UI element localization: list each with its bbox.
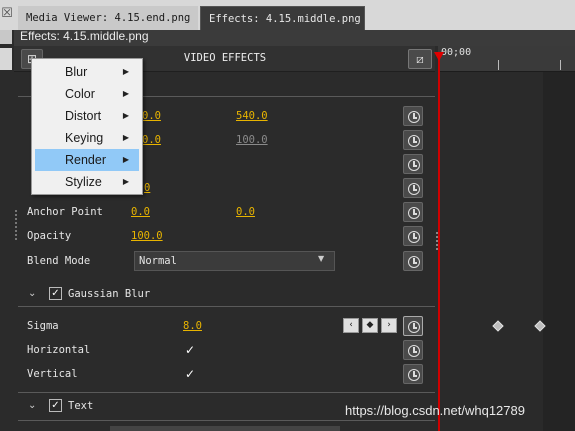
- position-y-value[interactable]: 540.0: [236, 110, 268, 122]
- submenu-arrow-icon: ▶: [122, 155, 129, 164]
- effect-category-menu: Blur ▶ Color ▶ Distort ▶ Keying ▶ Render ▶ St…: [31, 58, 143, 195]
- opacity-label: Opacity: [27, 230, 72, 242]
- keyframe-toggle-button[interactable]: [403, 178, 423, 198]
- blend-mode-select[interactable]: Normal: [134, 251, 335, 271]
- collapse-chevron-icon[interactable]: ⌄: [28, 288, 36, 299]
- ruler-tick: [560, 60, 561, 70]
- text-enable-checkbox[interactable]: ✓: [49, 399, 62, 412]
- section-divider: [18, 420, 435, 421]
- menu-item-blur[interactable]: Blur ▶: [35, 61, 139, 83]
- keyframe-toggle-button[interactable]: [403, 316, 423, 336]
- opacity-value[interactable]: 100.0: [131, 230, 163, 242]
- vertical-label: Vertical: [27, 368, 78, 380]
- sigma-label: Sigma: [27, 320, 59, 332]
- section-divider: [18, 392, 435, 393]
- anchor-y-value[interactable]: 0.0: [236, 206, 255, 218]
- rotation-value[interactable]: 0: [144, 182, 150, 194]
- submenu-arrow-icon: ▶: [122, 89, 129, 98]
- timeline-out-region: [543, 72, 575, 431]
- horizontal-checkbox[interactable]: ✓: [185, 343, 195, 357]
- keyframe-toggle-button[interactable]: [403, 106, 423, 126]
- keyframe-toggle-button[interactable]: [403, 202, 423, 222]
- video-effects-title: VIDEO EFFECTS: [183, 52, 267, 64]
- left-splitter-handle[interactable]: [15, 210, 17, 240]
- keyframe-toggle-button[interactable]: [403, 251, 423, 271]
- keyframe-toggle-button[interactable]: [403, 154, 423, 174]
- playhead-handle-icon[interactable]: [434, 52, 444, 61]
- submenu-arrow-icon: ▶: [122, 67, 129, 76]
- menu-item-color[interactable]: Color ▶: [35, 83, 139, 105]
- keyframe-toggle-button[interactable]: [403, 364, 423, 384]
- submenu-arrow-icon: ▶: [122, 177, 129, 186]
- keyframe-toggle-button[interactable]: [403, 226, 423, 246]
- blend-mode-label: Blend Mode: [27, 255, 91, 267]
- tab-media-viewer[interactable]: Media Viewer: 4.15.end.png: [18, 6, 198, 30]
- collapse-chevron-icon[interactable]: ⌄: [28, 400, 36, 411]
- gaussian-blur-section-label: Gaussian Blur: [68, 288, 151, 300]
- keyframe-toggle-button[interactable]: [403, 130, 423, 150]
- text-input-field[interactable]: [110, 426, 340, 431]
- sigma-value[interactable]: 8.0: [183, 320, 202, 332]
- tab-effects[interactable]: Effects: 4.15.middle.png: [200, 6, 365, 30]
- submenu-arrow-icon: ▶: [122, 133, 129, 142]
- panel-grid-icon[interactable]: [0, 48, 12, 70]
- panel-grip-icon[interactable]: [0, 30, 12, 44]
- submenu-arrow-icon: ▶: [122, 111, 129, 120]
- chevron-down-icon: ▼: [318, 254, 325, 263]
- anchor-point-label: Anchor Point: [27, 206, 103, 218]
- playhead-line[interactable]: [438, 56, 440, 431]
- scale-y-value[interactable]: 100.0: [236, 134, 268, 146]
- menu-item-render[interactable]: Render ▶: [35, 149, 139, 171]
- gaussian-blur-enable-checkbox[interactable]: ✓: [49, 287, 62, 300]
- menu-item-stylize[interactable]: Stylize ▶: [35, 171, 139, 193]
- text-section-label: Text: [68, 400, 94, 412]
- menu-item-keying[interactable]: Keying ▶: [35, 127, 139, 149]
- menu-item-distort[interactable]: Distort ▶: [35, 105, 139, 127]
- panel-title: Effects: 4.15.middle.png: [20, 29, 149, 43]
- add-keyframe-button[interactable]: ◆: [362, 318, 378, 333]
- position-x-value[interactable]: 0.0: [142, 110, 161, 122]
- watermark-text: https://blog.csdn.net/whq12789: [345, 403, 525, 418]
- crop-reset-button[interactable]: ⧄: [408, 49, 432, 69]
- scale-x-value[interactable]: 0.0: [142, 134, 161, 146]
- close-icon[interactable]: ☒: [0, 7, 14, 21]
- ruler-tick: [498, 60, 499, 70]
- vertical-checkbox[interactable]: ✓: [185, 367, 195, 381]
- prev-keyframe-button[interactable]: ‹: [343, 318, 359, 333]
- section-divider: [18, 306, 435, 307]
- horizontal-label: Horizontal: [27, 344, 91, 356]
- next-keyframe-button[interactable]: ›: [381, 318, 397, 333]
- timecode: 00;00: [441, 47, 472, 58]
- keyframe-toggle-button[interactable]: [403, 340, 423, 360]
- crop-icon: ⧄: [416, 52, 424, 66]
- anchor-x-value[interactable]: 0.0: [131, 206, 150, 218]
